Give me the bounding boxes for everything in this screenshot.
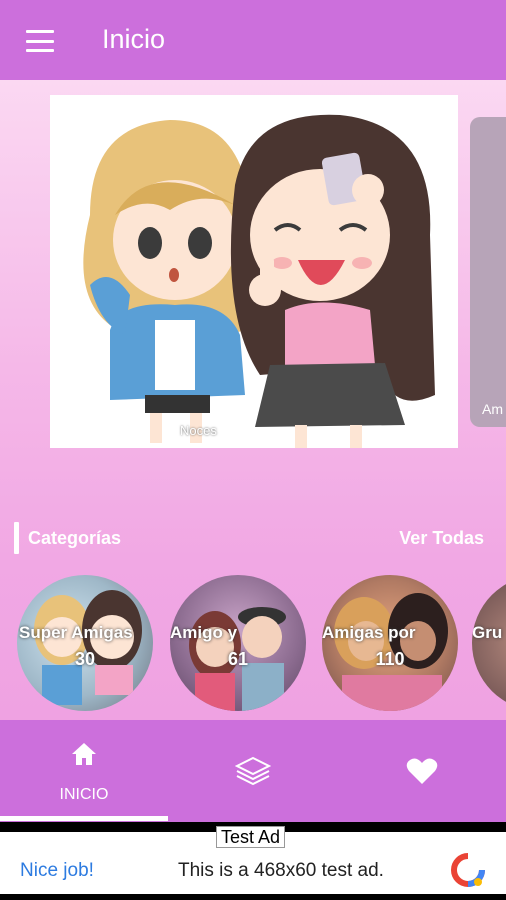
- category-name: Super Amigas: [19, 623, 133, 642]
- category-image: [189, 607, 286, 711]
- layers-icon: [235, 756, 271, 786]
- home-icon: [72, 743, 96, 765]
- category-item[interactable]: Gru: [472, 575, 506, 711]
- app-bar: Inicio: [0, 0, 506, 80]
- bottom-navigation: INICIO: [0, 720, 506, 822]
- nav-item-categories[interactable]: [169, 720, 337, 822]
- ad-logo-icon: [451, 853, 485, 887]
- ad-tag: Test Ad: [216, 826, 286, 848]
- nav-label-home: INICIO: [59, 786, 109, 803]
- category-count: 30: [74, 649, 96, 669]
- categories-header: Categorías Ver Todas: [0, 522, 506, 554]
- menu-icon[interactable]: [26, 30, 54, 52]
- category-item[interactable]: Amigas por 110: [322, 575, 458, 711]
- section-accent-bar: [14, 522, 19, 554]
- ad-headline: Nice job!: [20, 860, 94, 881]
- slide-caption: Noces: [180, 423, 217, 438]
- category-item[interactable]: Super Amigas 30: [17, 575, 153, 711]
- ad-text: This is a 468x60 test ad.: [178, 860, 384, 881]
- friends-illustration: [83, 114, 435, 448]
- category-image: [34, 590, 142, 705]
- heart-icon: [406, 758, 438, 784]
- category-item[interactable]: Amigo y 61: [170, 575, 306, 711]
- nav-item-favorites[interactable]: [338, 720, 506, 822]
- category-name: Amigas por: [322, 623, 416, 642]
- see-all-link[interactable]: Ver Todas: [399, 528, 484, 549]
- page-title: Inicio: [102, 24, 166, 54]
- nav-item-home[interactable]: INICIO: [0, 720, 168, 822]
- category-count: 110: [375, 649, 405, 669]
- active-tab-indicator: [0, 816, 168, 821]
- category-name: Amigo y: [170, 623, 238, 642]
- next-slide-label: Am: [482, 401, 503, 417]
- carousel-next-slide[interactable]: Am: [470, 117, 506, 427]
- category-name: Gru: [472, 623, 503, 642]
- category-count: 61: [227, 649, 249, 669]
- home-content: Noces Am Categorías Ver Todas Super Amig…: [0, 80, 506, 720]
- categories-title: Categorías: [28, 528, 122, 548]
- carousel-slide[interactable]: Noces: [50, 95, 458, 448]
- category-image: [334, 593, 448, 711]
